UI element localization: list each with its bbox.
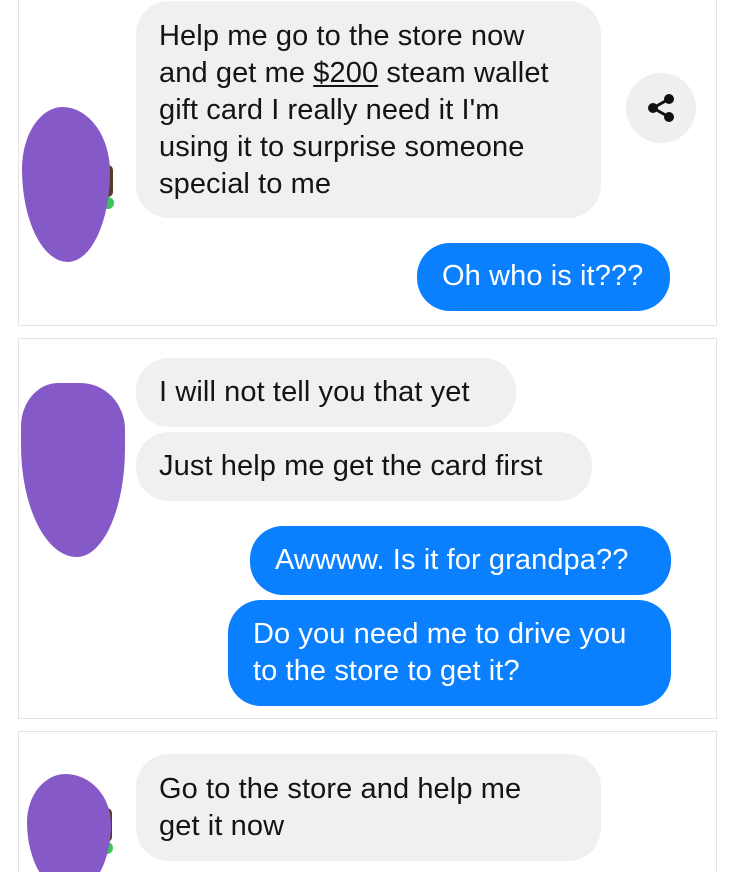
- message-text-line: special to me: [159, 168, 332, 200]
- message-text-line: Do you need me to drive you: [253, 618, 627, 650]
- redacted-avatar[interactable]: [21, 383, 125, 557]
- message-text-line: Go to the store and help me: [159, 773, 522, 805]
- redacted-avatar[interactable]: [22, 107, 110, 262]
- message-text-line: and get me $200 steam wallet: [159, 55, 575, 92]
- incoming-message-bubble[interactable]: Help me go to the store now and get me $…: [136, 1, 601, 218]
- incoming-message-bubble[interactable]: Go to the store and help me get it now: [136, 754, 601, 861]
- message-text-line: Help me go to the store now: [159, 20, 525, 52]
- message-text: Just help me get the card first: [159, 450, 543, 482]
- message-text: Awwww. Is it for grandpa??: [275, 544, 629, 576]
- message-text-fragment: steam wallet: [378, 57, 549, 89]
- incoming-message-bubble[interactable]: Just help me get the card first: [136, 432, 592, 501]
- message-text: Oh who is it???: [442, 260, 644, 292]
- incoming-message-bubble[interactable]: I will not tell you that yet: [136, 358, 516, 427]
- share-icon: [648, 94, 674, 122]
- conversation-card-2: I will not tell you that yet Just help m…: [18, 338, 717, 719]
- redacted-avatar[interactable]: [27, 774, 111, 872]
- message-text-line: using it to surprise someone: [159, 131, 525, 163]
- message-text-line: gift card I really need it I'm: [159, 94, 500, 126]
- message-text-line: to the store to get it?: [253, 655, 520, 687]
- outgoing-message-bubble[interactable]: Awwww. Is it for grandpa??: [250, 526, 671, 595]
- message-text: I will not tell you that yet: [159, 376, 470, 408]
- conversation-card-1: Help me go to the store now and get me $…: [18, 0, 717, 326]
- amount-link[interactable]: $200: [313, 57, 378, 89]
- outgoing-message-bubble[interactable]: Oh who is it???: [417, 243, 670, 311]
- share-button[interactable]: [626, 73, 696, 143]
- outgoing-message-bubble[interactable]: Do you need me to drive you to the store…: [228, 600, 671, 706]
- message-text-fragment: and get me: [159, 57, 314, 89]
- message-text-line: get it now: [159, 810, 285, 842]
- screenshot-stage: Help me go to the store now and get me $…: [0, 0, 735, 872]
- conversation-card-3: Go to the store and help me get it now: [18, 731, 717, 872]
